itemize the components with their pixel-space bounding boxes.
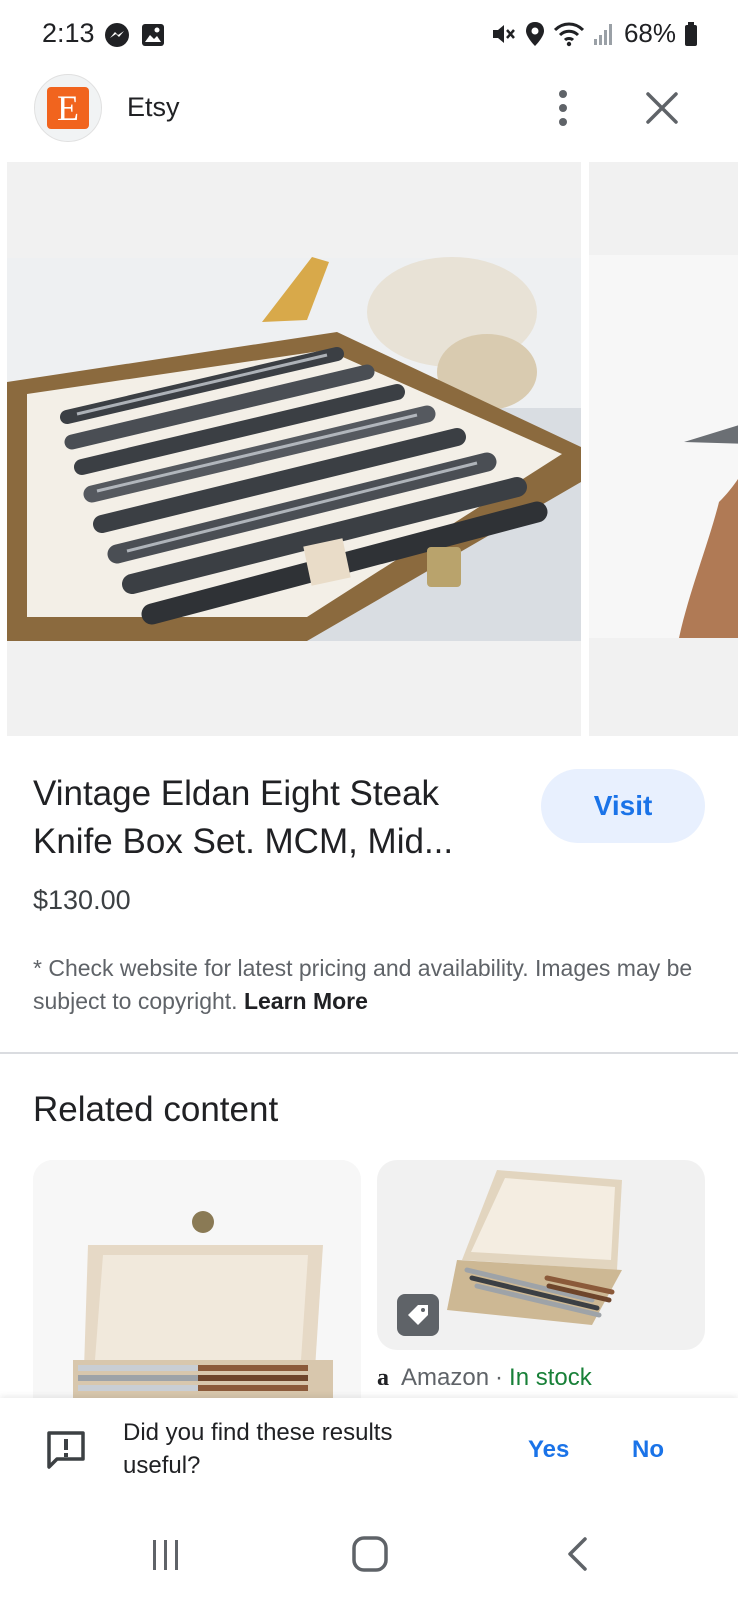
visit-button[interactable]: Visit (541, 769, 705, 843)
product-title: Vintage Eldan Eight Steak Knife Box Set.… (33, 774, 454, 861)
section-divider (0, 1052, 738, 1054)
battery-percent: 68% (623, 18, 676, 48)
related-card-2[interactable] (377, 1160, 705, 1350)
related-card-1-image (33, 1160, 361, 1400)
wifi-icon (553, 22, 584, 46)
related-content-title: Related content (33, 1090, 279, 1129)
etsy-logo-letter: E (47, 87, 89, 129)
header: E Etsy (0, 72, 738, 144)
related-card-1[interactable] (33, 1160, 361, 1400)
mute-icon (492, 24, 515, 43)
site-name[interactable]: Etsy (127, 92, 180, 123)
feedback-bar: Did you find these results useful? Yes N… (0, 1398, 738, 1508)
disclaimer: * Check website for latest pricing and a… (33, 952, 703, 1018)
feedback-icon (47, 1431, 85, 1469)
product-price: $130.00 (33, 885, 131, 915)
related-card-2-source: a Amazon · In stock (377, 1364, 592, 1392)
stock-status: In stock (509, 1364, 592, 1391)
more-options-icon[interactable] (545, 88, 581, 128)
notification-icons (104, 22, 166, 48)
messenger-icon (105, 23, 129, 47)
product-image[interactable] (7, 162, 581, 736)
source-separator: · (495, 1364, 504, 1391)
battery-icon (685, 21, 697, 46)
recent-apps-icon[interactable] (136, 1530, 196, 1578)
status-bar: 2:13 68% (0, 0, 738, 70)
status-right: 68% (490, 18, 698, 49)
status-time: 2:13 (42, 18, 95, 48)
close-icon[interactable] (640, 86, 684, 130)
home-icon[interactable] (340, 1530, 400, 1578)
feedback-question: Did you find these results useful? (123, 1419, 393, 1479)
signal-icon (593, 23, 612, 45)
back-icon[interactable] (548, 1530, 608, 1578)
location-icon (525, 21, 544, 46)
learn-more-link[interactable]: Learn More (244, 988, 368, 1014)
gallery-icon (142, 24, 164, 46)
etsy-logo: E (34, 74, 102, 142)
next-product-image[interactable] (589, 162, 738, 736)
tag-icon (397, 1294, 439, 1336)
system-nav-bar (0, 1508, 738, 1600)
image-carousel[interactable] (0, 162, 738, 736)
source-name: Amazon (401, 1364, 490, 1391)
amazon-icon: a (377, 1364, 389, 1391)
feedback-yes-button[interactable]: Yes (528, 1436, 569, 1464)
feedback-no-button[interactable]: No (632, 1436, 664, 1464)
